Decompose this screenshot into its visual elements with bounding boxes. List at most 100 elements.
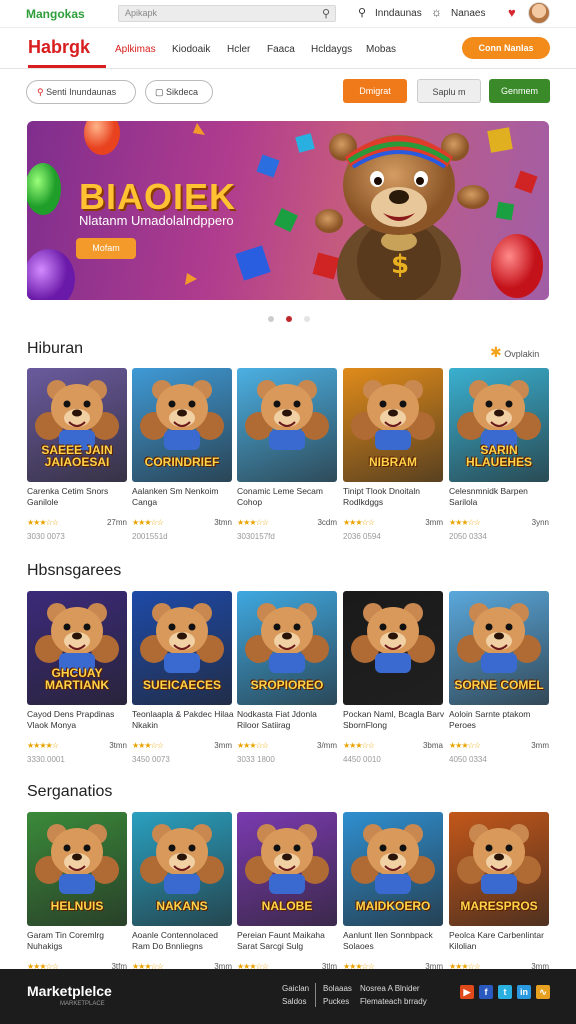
top-link-1[interactable]: Inndaunas xyxy=(375,8,422,19)
game-name[interactable]: Nodkasta Fiat Jdonla Riloor Satiirag xyxy=(237,709,339,731)
nav-item-6[interactable]: Mobas xyxy=(366,44,396,55)
game-thumbnail[interactable] xyxy=(237,368,337,482)
star-rating: ★★★☆☆ xyxy=(343,518,375,527)
game-thumbnail[interactable]: GHCUAY MARTIANK xyxy=(27,591,127,705)
search-filter-input[interactable]: ⚲ Senti Inundaunas xyxy=(26,80,136,104)
game-card[interactable]: NAKANS Aoanle Contennolaced Ram Do Bnnlie… xyxy=(132,812,232,987)
orange-action-button[interactable]: Dmigrat xyxy=(343,79,407,103)
carousel-dot[interactable] xyxy=(304,316,310,322)
header-cta-button[interactable]: Conn Nanlas xyxy=(462,37,550,59)
game-thumbnail[interactable]: SARIN HLAUEHES xyxy=(449,368,549,482)
footer-link[interactable]: Puckes xyxy=(323,997,349,1006)
game-name[interactable]: Peolca Kare Carbenlintar Kilolian xyxy=(449,930,551,952)
carousel-dot[interactable] xyxy=(268,316,274,322)
brand-underline xyxy=(28,65,106,68)
green-action-button[interactable]: Genmem xyxy=(489,79,550,103)
game-price: 27mn xyxy=(106,518,127,527)
game-title-art: SORNE COMEL xyxy=(454,678,544,692)
game-card[interactable]: MARESPROS Peolca Kare Carbenlintar Kiloli… xyxy=(449,812,549,987)
game-name[interactable]: Teonlaapla & Pakdec Hilaa Nkakin xyxy=(132,709,234,731)
game-thumbnail[interactable]: SORNE COMEL xyxy=(449,591,549,705)
linkedin-icon[interactable]: in xyxy=(517,985,531,999)
facebook-icon[interactable]: f xyxy=(479,985,493,999)
game-name[interactable]: Aoloin Sarnte ptakom Peroes xyxy=(449,709,551,731)
nav-item-5[interactable]: Hcldaygs xyxy=(311,44,352,55)
game-thumbnail[interactable]: NALOBE xyxy=(237,812,337,926)
game-thumbnail[interactable]: SAEEE JAIN JAIAOESAI xyxy=(27,368,127,482)
search-icon[interactable]: ⚲ xyxy=(322,7,330,20)
game-name[interactable]: Conamic Leme Secam Cohop xyxy=(237,486,339,508)
game-card[interactable]: SROPIOREO Nodkasta Fiat Jdonla Riloor Sat… xyxy=(237,591,337,766)
hero-banner[interactable]: $ BIAOIEK Nlatanm Umadolalndppero Mofam xyxy=(27,121,549,300)
nav-item-4[interactable]: Faaca xyxy=(267,44,295,55)
game-name[interactable]: Aalanken Sm Nenkoim Canga xyxy=(132,486,234,508)
game-name[interactable]: Pereian Faunt Maikaha Sarat Sarcgi Sulg xyxy=(237,930,339,952)
game-title-art: MAIDKOERO xyxy=(355,899,431,913)
game-thumbnail[interactable]: NAKANS xyxy=(132,812,232,926)
game-code: 3030 0073 xyxy=(27,532,65,541)
game-thumbnail[interactable]: MARESPROS xyxy=(449,812,549,926)
nav-item-3[interactable]: Hcler xyxy=(227,44,250,55)
game-card[interactable]: SARIN HLAUEHES Celesnmnidk Barpen Sarilol… xyxy=(449,368,549,543)
footer-link[interactable]: Nosrea A Blnider xyxy=(360,984,420,993)
top-logo[interactable]: Mangokas xyxy=(26,7,85,21)
brand-logo[interactable]: Habrgk xyxy=(28,37,90,58)
nav-item-2[interactable]: Kiodoaik xyxy=(172,44,210,55)
avatar[interactable] xyxy=(528,2,550,24)
game-card[interactable]: NALOBE Pereian Faunt Maikaha Sarat Sarcgi… xyxy=(237,812,337,987)
sun-icon[interactable]: ☼ xyxy=(431,5,442,19)
nav-item-1[interactable]: Aplkimas xyxy=(115,44,156,55)
game-card[interactable]: SORNE COMEL Aoloin Sarnte ptakom Peroes ★★… xyxy=(449,591,549,766)
game-price: 3ynn xyxy=(531,518,549,527)
main-header: Habrgk Aplkimas Kiodoaik Hcler Faaca Hcl… xyxy=(0,29,576,69)
game-card[interactable]: SAEEE JAIN JAIAOESAI Carenka Cetim Snors … xyxy=(27,368,127,543)
game-title-art: HELNUIS xyxy=(50,899,104,913)
game-card[interactable]: CORINDRIEF Aalanken Sm Nenkoim Canga ★★★☆☆… xyxy=(132,368,232,543)
rss-icon[interactable]: ∿ xyxy=(536,985,550,999)
footer-link[interactable]: Flemateach brrady xyxy=(360,997,427,1006)
game-thumbnail[interactable]: HELNUIS xyxy=(27,812,127,926)
grey-action-button[interactable]: Saplu m xyxy=(417,79,481,103)
game-name[interactable]: Tinipt Tlook Dnoitaln Rodlkdggs xyxy=(343,486,445,508)
game-code: 3030157fd xyxy=(237,532,275,541)
youtube-icon[interactable]: ▶ xyxy=(460,985,474,999)
game-name[interactable]: Aanlunt Ilen Sonnbpack Solaoes xyxy=(343,930,445,952)
footer-link[interactable]: Bolaaas xyxy=(323,984,352,993)
game-price: 3tmn xyxy=(109,741,127,750)
star-rating: ★★★☆☆ xyxy=(449,518,481,527)
game-thumbnail[interactable] xyxy=(343,591,443,705)
game-name[interactable]: Aoanle Contennolaced Ram Do Bnnliegns xyxy=(132,930,234,952)
category-filter[interactable]: ▢ Sikdeca xyxy=(145,80,213,104)
footer-logo[interactable]: Marketplelce xyxy=(27,983,112,999)
heart-icon[interactable]: ♥ xyxy=(508,5,516,20)
top-link-2[interactable]: Nanaes xyxy=(451,8,485,19)
game-card[interactable]: Conamic Leme Secam Cohop ★★★☆☆ 3cdm 3030157… xyxy=(237,368,337,543)
game-name[interactable]: Pockan Naml, Bcagla Barv SbornFlong xyxy=(343,709,445,731)
game-name[interactable]: Celesnmnidk Barpen Sarilola xyxy=(449,486,551,508)
game-card[interactable]: Pockan Naml, Bcagla Barv SbornFlong ★★★☆☆… xyxy=(343,591,445,766)
game-title-art: GHCUAY MARTIANK xyxy=(45,666,109,692)
game-name[interactable]: Garam Tin Coremlrg Nuhakigs xyxy=(27,930,129,952)
game-name[interactable]: Carenka Cetim Snors Ganilole xyxy=(27,486,129,508)
twitter-icon[interactable]: t xyxy=(498,985,512,999)
game-thumbnail[interactable]: NIBRAM xyxy=(343,368,443,482)
game-card[interactable]: NIBRAM Tinipt Tlook Dnoitaln Rodlkdggs ★★★… xyxy=(343,368,443,543)
footer-link[interactable]: Gaiclan xyxy=(282,984,309,993)
carousel-dot-active[interactable] xyxy=(286,316,292,322)
banner-button[interactable]: Mofam xyxy=(76,238,136,259)
game-thumbnail[interactable]: SUEICAECES xyxy=(132,591,232,705)
game-name[interactable]: Cayod Dens Prapdinas Vlaok Monya xyxy=(27,709,129,731)
game-price: 3/mm xyxy=(317,741,337,750)
game-thumbnail[interactable]: MAIDKOERO xyxy=(343,812,443,926)
section-more-link[interactable]: ✱ Ovplakin xyxy=(490,344,539,361)
top-search-input[interactable]: Apikapk ⚲ xyxy=(118,5,336,22)
footer-link[interactable]: Saldos xyxy=(282,997,306,1006)
game-card[interactable]: HELNUIS Garam Tin Coremlrg Nuhakigs ★★★☆☆ 3… xyxy=(27,812,127,987)
search-icon[interactable]: ⚲ xyxy=(358,6,366,19)
game-card[interactable]: SUEICAECES Teonlaapla & Pakdec Hilaa Nkak… xyxy=(132,591,234,766)
game-card[interactable]: GHCUAY MARTIANK Cayod Dens Prapdinas Vlao… xyxy=(27,591,127,766)
game-thumbnail[interactable]: CORINDRIEF xyxy=(132,368,232,482)
top-bar: Mangokas Apikapk ⚲ ⚲ Inndaunas ☼ Nanaes … xyxy=(0,0,576,28)
game-card[interactable]: MAIDKOERO Aanlunt Ilen Sonnbpack Solaoes ★… xyxy=(343,812,443,987)
game-thumbnail[interactable]: SROPIOREO xyxy=(237,591,337,705)
